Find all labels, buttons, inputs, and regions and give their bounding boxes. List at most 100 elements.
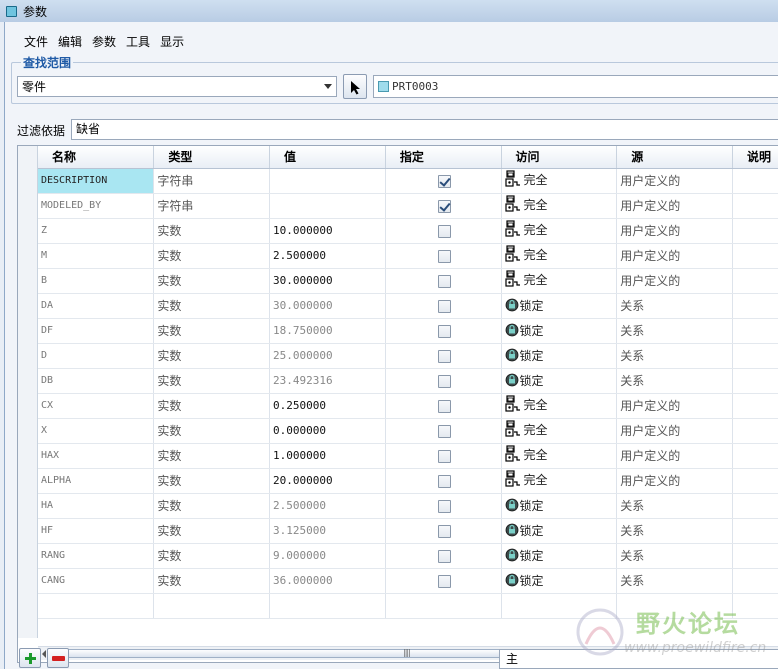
param-type[interactable]: 实数 [153,343,271,369]
param-type[interactable]: 实数 [153,418,271,444]
param-name[interactable]: RANG [38,543,155,569]
param-access[interactable]: 完全 [501,468,618,494]
param-description[interactable] [732,268,778,294]
menu-edit[interactable]: 编辑 [53,30,87,52]
col-name[interactable]: 名称 [38,146,155,169]
filter-select[interactable]: 缺省 [71,119,778,140]
param-value[interactable] [269,168,386,194]
param-description[interactable] [732,343,778,369]
scope-select[interactable]: 零件 [17,76,337,97]
param-value[interactable] [269,193,386,219]
param-type[interactable]: 实数 [153,518,271,544]
param-access[interactable]: 锁定 [501,343,618,369]
param-name[interactable]: MODELED_BY [38,193,155,219]
table-row[interactable]: DF 实数 18.750000 锁定 关系 [38,318,778,344]
delete-parameter-button[interactable] [47,648,69,668]
table-row[interactable]: ALPHA 实数 20.000000 完全 用户定义的 [38,468,778,494]
designate-checkbox[interactable] [438,549,452,563]
designate-checkbox[interactable] [438,349,452,363]
param-access[interactable]: 完全 [501,193,618,219]
designate-checkbox[interactable] [438,499,452,513]
param-name[interactable]: X [38,418,155,444]
select-object-button[interactable] [343,74,367,99]
param-name[interactable]: HA [38,493,155,519]
param-access[interactable]: 锁定 [501,543,618,569]
param-name[interactable]: DF [38,318,155,344]
param-value[interactable]: 0.000000 [269,418,386,444]
param-access[interactable]: 完全 [501,168,618,194]
param-name[interactable]: DESCRIPTION [38,168,155,194]
table-row[interactable]: B 实数 30.000000 完全 用户定义的 [38,268,778,294]
param-access[interactable]: 锁定 [501,293,618,319]
param-value[interactable]: 10.000000 [269,218,386,244]
param-name[interactable]: Z [38,218,155,244]
param-access[interactable]: 完全 [501,243,618,269]
table-row[interactable]: HA 实数 2.500000 锁定 关系 [38,493,778,519]
col-access[interactable]: 访问 [501,146,618,169]
param-access[interactable]: 锁定 [501,518,618,544]
param-description[interactable] [732,543,778,569]
col-designate[interactable]: 指定 [385,146,502,169]
param-name[interactable]: DA [38,293,155,319]
param-access[interactable]: 完全 [501,218,618,244]
param-access[interactable]: 完全 [501,418,618,444]
param-access[interactable]: 完全 [501,393,618,419]
param-type[interactable]: 实数 [153,318,271,344]
param-name[interactable]: D [38,343,155,369]
param-description[interactable] [732,193,778,219]
designate-checkbox[interactable] [438,224,452,238]
menu-file[interactable]: 文件 [19,30,53,52]
set-select[interactable]: 主 [499,649,778,669]
menu-display[interactable]: 显示 [155,30,189,52]
param-value[interactable]: 30.000000 [269,268,386,294]
table-row[interactable]: DESCRIPTION 字符串 完全 用户定义的 [38,168,778,194]
param-access[interactable]: 完全 [501,443,618,469]
param-description[interactable] [732,168,778,194]
add-parameter-button[interactable] [19,648,41,668]
param-description[interactable] [732,518,778,544]
part-field[interactable]: PRT0003 [373,75,778,98]
param-type[interactable]: 字符串 [153,193,271,219]
param-value[interactable]: 1.000000 [269,443,386,469]
designate-checkbox[interactable] [438,524,452,538]
param-name[interactable]: B [38,268,155,294]
col-type[interactable]: 类型 [153,146,271,169]
param-value[interactable]: 2.500000 [269,493,386,519]
param-name[interactable]: HAX [38,443,155,469]
param-type[interactable]: 实数 [153,268,271,294]
param-type[interactable]: 字符串 [153,168,271,194]
param-description[interactable] [732,568,778,594]
scroll-left-icon[interactable] [42,650,46,658]
designate-checkbox[interactable] [438,174,452,188]
designate-checkbox[interactable] [438,299,452,313]
col-source[interactable]: 源 [616,146,734,169]
designate-checkbox[interactable] [438,274,452,288]
param-name[interactable]: DB [38,368,155,394]
param-type[interactable]: 实数 [153,218,271,244]
designate-checkbox[interactable] [438,374,452,388]
param-type[interactable]: 实数 [153,543,271,569]
col-description[interactable]: 说明 [732,146,778,169]
param-description[interactable] [732,218,778,244]
param-name[interactable]: CANG [38,568,155,594]
table-row[interactable]: HF 实数 3.125000 锁定 关系 [38,518,778,544]
param-access[interactable]: 锁定 [501,318,618,344]
table-row[interactable]: CX 实数 0.250000 完全 用户定义的 [38,393,778,419]
param-value[interactable]: 18.750000 [269,318,386,344]
param-access[interactable]: 锁定 [501,568,618,594]
param-value[interactable]: 2.500000 [269,243,386,269]
table-row[interactable]: M 实数 2.500000 完全 用户定义的 [38,243,778,269]
param-name[interactable]: HF [38,518,155,544]
param-value[interactable]: 9.000000 [269,543,386,569]
designate-checkbox[interactable] [438,574,452,588]
param-type[interactable]: 实数 [153,443,271,469]
param-description[interactable] [732,443,778,469]
param-description[interactable] [732,293,778,319]
param-access[interactable]: 锁定 [501,368,618,394]
table-row[interactable]: RANG 实数 9.000000 锁定 关系 [38,543,778,569]
designate-checkbox[interactable] [438,399,452,413]
param-type[interactable]: 实数 [153,293,271,319]
param-type[interactable]: 实数 [153,493,271,519]
designate-checkbox[interactable] [438,324,452,338]
table-row[interactable]: CANG 实数 36.000000 锁定 关系 [38,568,778,594]
